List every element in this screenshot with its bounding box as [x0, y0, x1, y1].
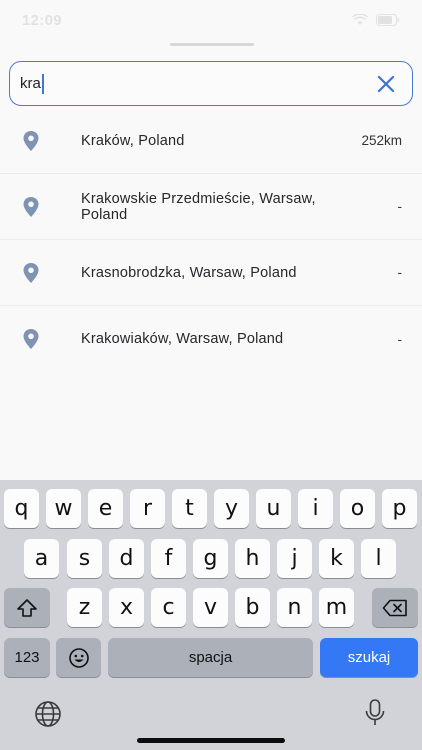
wifi-icon — [352, 14, 368, 25]
key-u[interactable]: u — [256, 489, 291, 528]
battery-icon — [376, 14, 399, 26]
location-pin-icon — [23, 329, 39, 349]
key-d[interactable]: d — [109, 539, 144, 578]
key-h[interactable]: h — [235, 539, 270, 578]
key-o[interactable]: o — [340, 489, 375, 528]
result-row[interactable]: Krasnobrodzka, Warsaw, Poland - — [0, 240, 422, 306]
result-row[interactable]: Krakowskie Przedmieście, Warsaw, Poland … — [0, 174, 422, 240]
emoji-icon — [68, 647, 89, 668]
key-w[interactable]: w — [46, 489, 81, 528]
numbers-key[interactable]: 123 — [4, 638, 50, 677]
emoji-key[interactable] — [56, 638, 101, 677]
key-n[interactable]: n — [277, 588, 312, 627]
key-s[interactable]: s — [67, 539, 102, 578]
status-bar: 12:09 — [0, 0, 422, 40]
result-label: Kraków, Poland — [81, 132, 185, 149]
home-indicator[interactable] — [137, 738, 285, 743]
key-a[interactable]: a — [24, 539, 59, 578]
key-i[interactable]: i — [298, 489, 333, 528]
text-caret — [41, 73, 44, 94]
key-x[interactable]: x — [109, 588, 144, 627]
status-time: 12:09 — [22, 11, 62, 29]
key-f[interactable]: f — [151, 539, 186, 578]
globe-icon[interactable] — [33, 699, 63, 729]
search-field[interactable]: kra — [9, 61, 413, 106]
location-pin-icon — [23, 262, 39, 283]
result-label: Krasnobrodzka, Warsaw, Poland — [81, 264, 297, 281]
result-label: Krakowiaków, Warsaw, Poland — [81, 331, 284, 347]
key-j[interactable]: j — [277, 539, 312, 578]
key-b[interactable]: b — [235, 588, 270, 627]
backspace-key[interactable] — [372, 588, 418, 627]
key-g[interactable]: g — [193, 539, 228, 578]
key-z[interactable]: z — [67, 588, 102, 627]
key-l[interactable]: l — [361, 539, 396, 578]
key-k[interactable]: k — [319, 539, 354, 578]
key-y[interactable]: y — [214, 489, 249, 528]
result-label: Krakowskie Przedmieście, Warsaw, Poland — [81, 190, 316, 223]
result-row[interactable]: Krakowiaków, Warsaw, Poland - — [0, 306, 422, 372]
result-row[interactable]: Kraków, Poland 252km — [0, 108, 422, 174]
search-input[interactable]: kra — [20, 75, 41, 92]
key-t[interactable]: t — [172, 489, 207, 528]
search-input-wrap[interactable]: kra — [20, 73, 374, 94]
result-distance: - — [397, 331, 403, 347]
result-distance: - — [397, 265, 403, 280]
microphone-icon[interactable] — [363, 698, 387, 728]
location-pin-icon — [23, 196, 39, 217]
key-p[interactable]: p — [382, 489, 417, 528]
backspace-icon — [382, 599, 407, 616]
status-icons — [352, 14, 400, 26]
key-v[interactable]: v — [193, 588, 228, 627]
clear-search-button[interactable] — [374, 72, 398, 96]
shift-key[interactable] — [4, 588, 50, 627]
on-screen-keyboard: q w e r t y u i o p a s d f g h j k l z … — [0, 480, 422, 750]
result-distance: 252km — [361, 133, 402, 148]
close-icon — [377, 75, 395, 92]
search-action-key[interactable]: szukaj — [320, 638, 418, 677]
key-e[interactable]: e — [88, 489, 123, 528]
space-key[interactable]: spacja — [108, 638, 313, 677]
key-q[interactable]: q — [4, 489, 39, 528]
search-results-list: Kraków, Poland 252km Krakowskie Przedmie… — [0, 108, 422, 372]
location-pin-icon — [23, 130, 39, 151]
key-m[interactable]: m — [319, 588, 354, 627]
result-distance: - — [397, 199, 403, 214]
shift-icon — [17, 598, 37, 617]
sheet-grabber[interactable] — [170, 43, 254, 46]
key-r[interactable]: r — [130, 489, 165, 528]
key-c[interactable]: c — [151, 588, 186, 627]
